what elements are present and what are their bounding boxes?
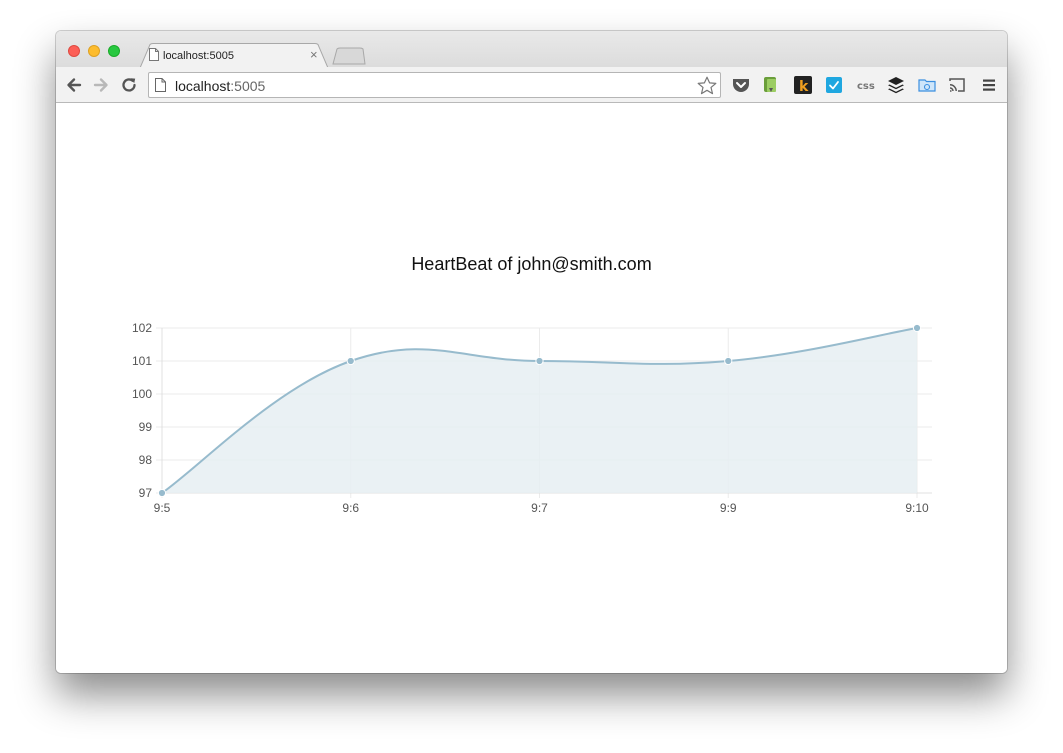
- toolbar: localhost:5005 k css: [56, 67, 1007, 103]
- back-arrow-icon[interactable]: [65, 76, 83, 94]
- url-text: localhost:5005: [175, 78, 265, 94]
- data-point: [535, 356, 544, 366]
- k-icon[interactable]: k: [794, 76, 812, 94]
- evernote-icon[interactable]: [762, 76, 780, 94]
- browser-window: localhost:5005 × localhost:5005 k css He…: [56, 31, 1007, 673]
- browser-tab[interactable]: localhost:5005 ×: [140, 43, 328, 68]
- address-bar[interactable]: localhost:5005: [148, 72, 721, 98]
- close-window-button[interactable]: [68, 45, 80, 57]
- minimize-window-button[interactable]: [88, 45, 100, 57]
- zoom-window-button[interactable]: [108, 45, 120, 57]
- y-tick-label: 99: [139, 420, 153, 434]
- heartbeat-chart: 97 98 99 100 101 102 9:5 9:6 9:7 9:9 9:10: [132, 321, 932, 515]
- url-port: :5005: [230, 78, 266, 94]
- y-tick-label: 98: [139, 453, 153, 467]
- k-icon-letter: k: [799, 79, 809, 94]
- page-content: HeartBeat of john@smith.com 97 98 99 100 101…: [56, 103, 1007, 673]
- x-tick-label: 9:9: [720, 501, 737, 515]
- title-bar: localhost:5005 ×: [56, 31, 1007, 68]
- tab-title: localhost:5005: [163, 50, 234, 62]
- y-tick-label: 102: [132, 321, 152, 335]
- reload-icon[interactable]: [120, 76, 138, 94]
- pocket-icon[interactable]: [732, 76, 750, 94]
- menu-icon[interactable]: [980, 76, 998, 94]
- todo-check-icon[interactable]: [825, 76, 843, 94]
- forward-arrow-icon[interactable]: [92, 76, 110, 94]
- y-tick-label: 100: [132, 387, 152, 401]
- y-tick-label: 101: [132, 354, 152, 368]
- tab-close-icon[interactable]: ×: [310, 48, 318, 62]
- x-tick-label: 9:7: [531, 501, 548, 515]
- new-tab-button[interactable]: [332, 47, 366, 65]
- x-tick-label: 9:6: [342, 501, 359, 515]
- data-point: [346, 356, 355, 366]
- page-icon: [149, 48, 159, 61]
- data-point: [157, 488, 167, 498]
- data-point: [724, 356, 733, 366]
- folder-icon[interactable]: [918, 76, 936, 94]
- url-host: localhost: [175, 78, 231, 94]
- bookmark-star-icon[interactable]: [697, 76, 717, 95]
- x-tick-label: 9:5: [154, 501, 171, 515]
- x-tick-label: 9:10: [905, 501, 929, 515]
- buffer-icon[interactable]: [887, 76, 905, 94]
- css-icon-label: css: [857, 81, 875, 92]
- y-tick-label: 97: [139, 486, 153, 500]
- data-point: [912, 323, 922, 333]
- css-icon[interactable]: css: [856, 76, 878, 94]
- cast-icon[interactable]: [948, 76, 966, 94]
- page-icon: [155, 78, 166, 92]
